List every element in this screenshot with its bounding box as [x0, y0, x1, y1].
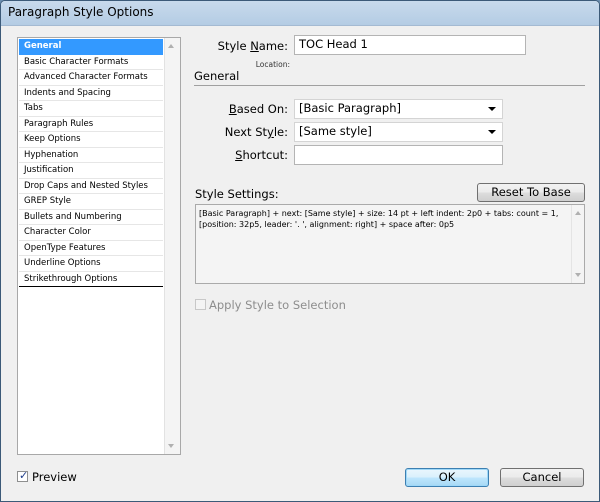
sidebar-item-basic-character-formats[interactable]: Basic Character Formats — [19, 55, 163, 70]
shortcut-label: Shortcut: — [235, 148, 288, 162]
scroll-down-icon[interactable] — [168, 444, 174, 448]
scroll-down-icon[interactable] — [574, 273, 581, 277]
style-settings-label: Style Settings: — [195, 187, 279, 201]
sidebar-item-opentype-features[interactable]: OpenType Features — [19, 241, 163, 256]
chevron-down-icon — [488, 107, 496, 111]
apply-style-checkbox[interactable] — [195, 299, 206, 310]
sidebar-item-advanced-character-formats[interactable]: Advanced Character Formats — [19, 70, 163, 86]
section-divider — [194, 85, 585, 86]
sidebar-item-indents-and-spacing[interactable]: Indents and Spacing — [19, 86, 163, 101]
chevron-down-icon — [488, 130, 496, 134]
sidebar-item-justification[interactable]: Justification — [19, 163, 163, 179]
title-bar[interactable]: Paragraph Style Options — [1, 1, 599, 26]
style-name-input[interactable]: TOC Head 1 — [294, 35, 526, 55]
sidebar-item-character-color[interactable]: Character Color — [19, 225, 163, 241]
section-title: General — [194, 69, 240, 83]
sidebar-item-keep-options[interactable]: Keep Options — [19, 132, 163, 148]
sidebar-item-bullets-and-numbering[interactable]: Bullets and Numbering — [19, 210, 163, 225]
scroll-up-icon[interactable] — [168, 44, 174, 48]
sidebar-item-tabs[interactable]: Tabs — [19, 101, 163, 117]
category-list-scrollbar[interactable] — [164, 38, 180, 454]
next-style-label: Next Style: — [224, 125, 288, 139]
style-settings-content: [Basic Paragraph] + next: [Same style] +… — [199, 209, 559, 229]
ok-button[interactable]: OK — [405, 468, 489, 487]
cancel-button[interactable]: Cancel — [500, 468, 584, 487]
based-on-label: Based On: — [228, 102, 288, 116]
sidebar-item-grep-style[interactable]: GREP Style — [19, 194, 163, 210]
sidebar-item-paragraph-rules[interactable]: Paragraph Rules — [19, 117, 163, 132]
sidebar-item-general[interactable]: General — [19, 39, 163, 55]
style-name-label: Style Name: — [217, 39, 288, 53]
category-list-items: General Basic Character Formats Advanced C… — [19, 39, 163, 287]
apply-style-label: Apply Style to Selection — [209, 298, 346, 312]
sidebar-item-drop-caps-and-nested-styles[interactable]: Drop Caps and Nested Styles — [19, 179, 163, 194]
location-label: Location: — [255, 60, 290, 69]
shortcut-input[interactable] — [294, 145, 503, 165]
window-title: Paragraph Style Options — [8, 5, 154, 19]
category-list: General Basic Character Formats Advanced C… — [17, 37, 181, 455]
based-on-value: [Basic Paragraph] — [299, 101, 401, 115]
style-settings-scrollbar[interactable] — [571, 205, 584, 283]
reset-to-base-button[interactable]: Reset To Base — [477, 183, 585, 202]
sidebar-item-strikethrough-options[interactable]: Strikethrough Options — [19, 272, 163, 287]
style-settings-text: [Basic Paragraph] + next: [Same style] +… — [195, 204, 585, 284]
next-style-value: [Same style] — [299, 124, 372, 138]
dialog-body: General Basic Character Formats Advanced C… — [8, 26, 592, 494]
next-style-dropdown[interactable]: [Same style] — [294, 122, 503, 142]
sidebar-item-underline-options[interactable]: Underline Options — [19, 256, 163, 272]
scroll-up-icon[interactable] — [574, 211, 581, 215]
paragraph-style-options-dialog: Paragraph Style Options General Basic Cha… — [0, 0, 600, 502]
checkmark-icon: ✓ — [19, 469, 29, 482]
based-on-dropdown[interactable]: [Basic Paragraph] — [294, 99, 503, 119]
preview-checkbox[interactable]: ✓ — [17, 469, 29, 482]
preview-label: Preview — [32, 470, 77, 484]
sidebar-item-hyphenation[interactable]: Hyphenation — [19, 148, 163, 163]
